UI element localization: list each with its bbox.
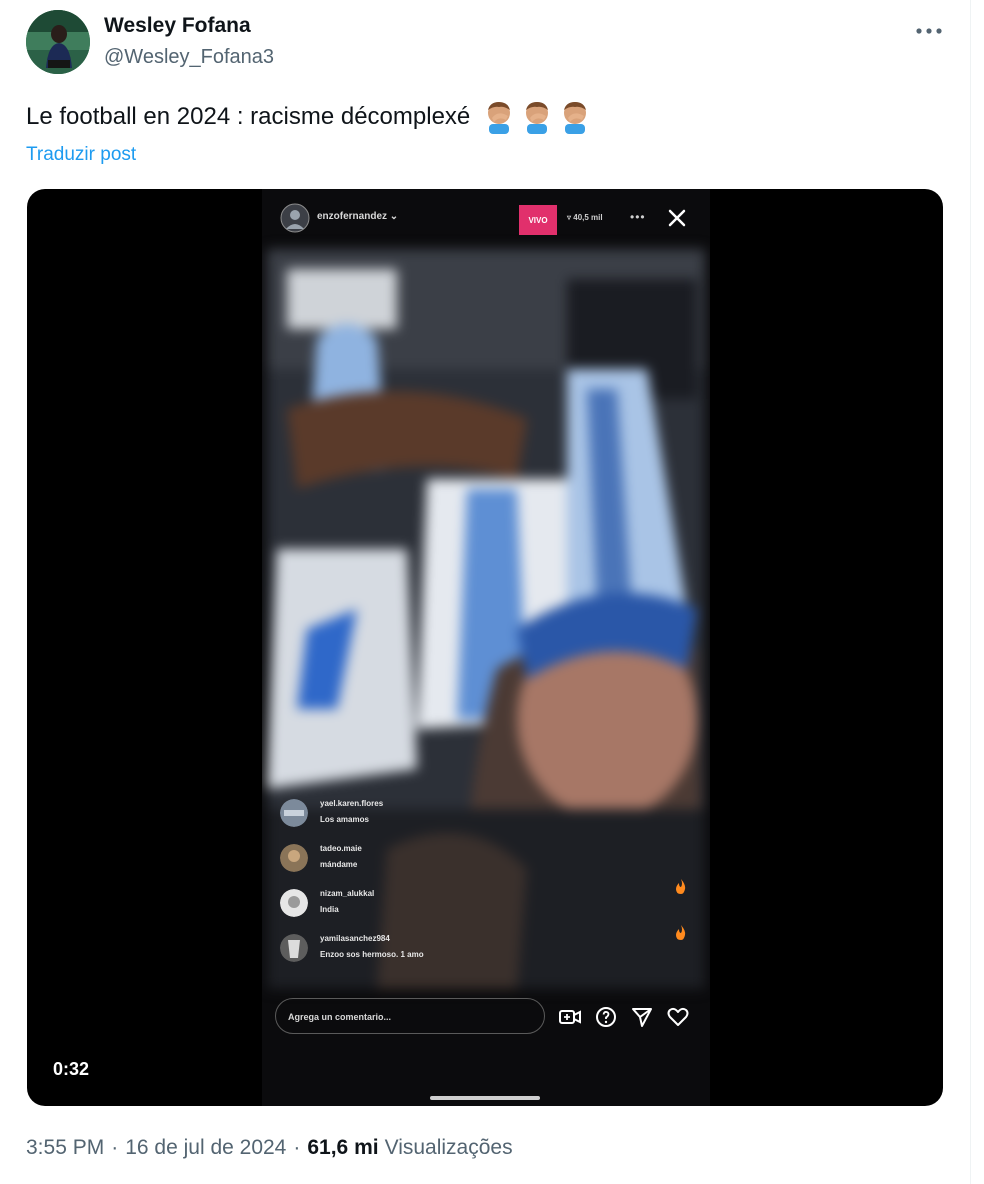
send-icon[interactable] [630, 1005, 654, 1029]
comment-text: mándame [320, 860, 358, 869]
avatar[interactable] [26, 10, 90, 74]
live-badge: VIVO [519, 205, 557, 235]
comment-text: India [320, 905, 339, 914]
views-label: Visualizações [384, 1136, 513, 1159]
instagram-top-bar: enzofernandez ⌄ VIVO ▿ 40,5 mil ••• [262, 189, 710, 249]
avatar [280, 844, 308, 872]
tweet-text: Le football en 2024 : racisme décomplexé [26, 100, 592, 134]
home-indicator [430, 1096, 540, 1100]
more-icon [916, 28, 942, 34]
tweet-body: Le football en 2024 : racisme décomplexé [26, 103, 471, 130]
instagram-actions [558, 1005, 690, 1029]
comment-input[interactable]: Agrega un comentario... [275, 998, 545, 1034]
chevron-down-icon: ⌄ [389, 211, 399, 222]
list-item: tadeo.maie mándame [280, 838, 510, 883]
comment-username: tadeo.maie [320, 844, 362, 853]
comment-username: yael.karen.flores [320, 799, 384, 808]
video-duration: 0:32 [53, 1059, 90, 1079]
viewer-count: ▿ 40,5 mil [567, 213, 603, 222]
comment-input-placeholder: Agrega un comentario... [288, 1012, 392, 1022]
tweet-meta: 3:55 PM · 16 de jul de 2024 · 61,6 mi Vi… [26, 1136, 513, 1160]
close-icon[interactable] [662, 203, 692, 233]
author-name[interactable]: Wesley Fofana [104, 14, 251, 38]
separator-dot: · [111, 1136, 119, 1159]
list-item: nizam_alukkal India [280, 883, 510, 928]
comment-text: Los amamos [320, 815, 369, 824]
avatar [280, 799, 308, 827]
live-username-text: enzofernandez [317, 211, 388, 222]
author-handle[interactable]: @Wesley_Fofana3 [104, 46, 274, 69]
face-palm-icon [526, 102, 549, 134]
viewer-count-text: 40,5 mil [573, 213, 603, 222]
avatar [280, 203, 310, 233]
translate-post-link[interactable]: Traduzir post [26, 144, 136, 166]
comment-username: yamilasanchez984 [320, 934, 390, 943]
more-icon[interactable]: ••• [630, 210, 646, 224]
live-comments: yael.karen.flores Los amamos tadeo.maie … [280, 793, 510, 973]
views-count: 61,6 mi [307, 1136, 379, 1159]
heart-icon[interactable] [666, 1005, 690, 1029]
live-username[interactable]: enzofernandez ⌄ [317, 211, 398, 222]
face-palm-icon [488, 102, 511, 134]
tweet-date[interactable]: 16 de jul de 2024 [125, 1136, 286, 1160]
face-palm-icon [564, 102, 587, 134]
tweet-time[interactable]: 3:55 PM [26, 1136, 104, 1160]
fire-icon [676, 925, 686, 940]
avatar [280, 934, 308, 962]
fire-icon [676, 879, 686, 894]
question-icon[interactable] [594, 1005, 618, 1029]
more-options-button[interactable] [912, 14, 946, 48]
list-item: yael.karen.flores Los amamos [280, 793, 510, 838]
comment-username: nizam_alukkal [320, 889, 375, 898]
comment-text: Enzoo sos hermoso. 1 amo [320, 950, 424, 959]
emoji-group [484, 100, 592, 134]
instagram-live-frame: enzofernandez ⌄ VIVO ▿ 40,5 mil ••• yael… [262, 189, 710, 1106]
separator-dot: · [293, 1136, 301, 1159]
tweet-header: Wesley Fofana @Wesley_Fofana3 [26, 8, 946, 78]
video-call-icon[interactable] [558, 1005, 582, 1029]
list-item: yamilasanchez984 Enzoo sos hermoso. 1 am… [280, 928, 510, 973]
video-player[interactable]: enzofernandez ⌄ VIVO ▿ 40,5 mil ••• yael… [27, 189, 943, 1106]
avatar [280, 889, 308, 917]
timeline-border [970, 0, 971, 1184]
